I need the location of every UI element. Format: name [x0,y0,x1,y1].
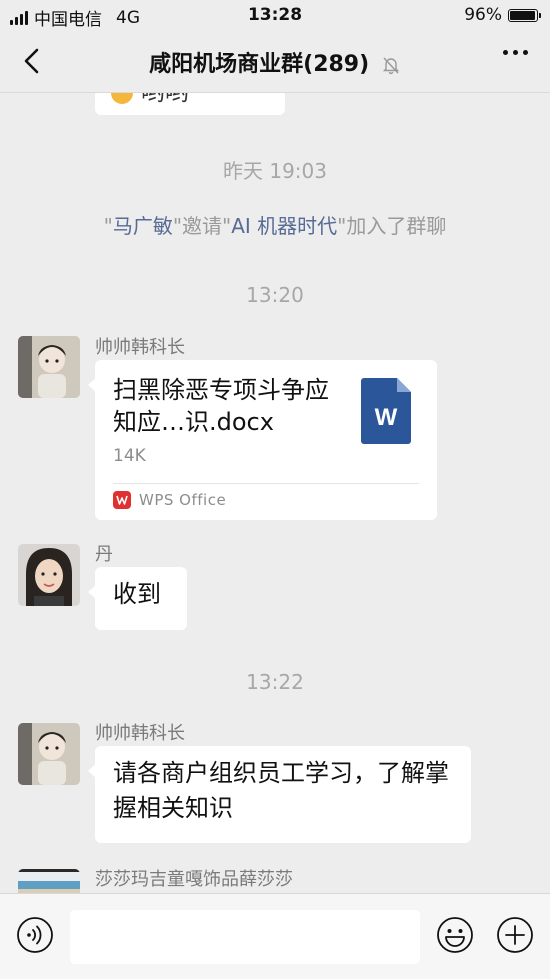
svg-text:W: W [375,404,398,431]
partial-message-bubble[interactable]: 哟哟 [95,93,285,115]
sender-name: 帅帅韩科长 [95,337,185,358]
chat-message-list[interactable]: 哟哟 昨天 19:03 "马广敏"邀请"AI 机器时代"加入了群聊 13:20 … [0,93,550,893]
wps-icon [113,491,131,509]
sender-name: 丹 [95,544,113,565]
voice-icon[interactable] [16,916,54,954]
group-name: 咸阳机场商业群(289) [149,52,370,77]
word-doc-icon: W [361,378,411,444]
avatar[interactable] [18,723,80,785]
message-input-bar [0,893,550,979]
sender-name: 莎莎玛吉童嘎饰品薛莎莎 [95,869,293,890]
file-source: WPS Office [113,491,226,509]
file-message-card[interactable]: 扫黑除恶专项斗争应知应…识.docx 14K W WPS Office [88,360,437,520]
file-size: 14K [113,446,146,466]
message-bubble[interactable]: 请各商户组织员工学习，了解掌握相关知识 [88,746,471,843]
message-bubble[interactable]: 收到 [88,567,187,630]
inviter-link[interactable]: 马广敏 [113,214,173,238]
chat-header: 咸阳机场商业群(289) [0,30,550,93]
status-right: 96% [464,5,541,25]
status-bar: 中国电信 4G 13:28 96% [0,0,550,30]
source-app-label: WPS Office [139,491,227,509]
battery-percent: 96% [464,5,502,25]
system-message: "马广敏"邀请"AI 机器时代"加入了群聊 [103,214,447,238]
emoji-icon[interactable] [436,916,474,954]
chat-title: 咸阳机场商业群(289) [0,46,550,78]
child-photo-avatar-image [18,336,80,398]
plus-icon[interactable] [496,916,534,954]
avatar[interactable] [18,336,80,398]
timestamp: 13:20 [246,283,304,307]
bell-muted-icon [382,57,400,75]
partial-bubble-text: 哟哟 [141,93,189,106]
child-photo-avatar-image [18,723,80,785]
battery-icon [508,8,541,22]
avatar[interactable] [18,869,80,893]
more-dots-icon[interactable] [503,50,528,55]
timestamp: 13:22 [246,670,304,694]
sender-name: 帅帅韩科长 [95,723,185,744]
emoji-icon [111,93,133,104]
message-text-input[interactable] [70,910,420,964]
avatar[interactable] [18,544,80,606]
file-name: 扫黑除恶专项斗争应知应…识.docx [113,376,329,436]
timestamp: 昨天 19:03 [223,159,327,183]
invitee-link[interactable]: AI 机器时代 [231,214,337,238]
beach-photo-avatar-image [18,869,80,893]
woman-photo-avatar-image [18,544,80,606]
divider [113,483,419,484]
